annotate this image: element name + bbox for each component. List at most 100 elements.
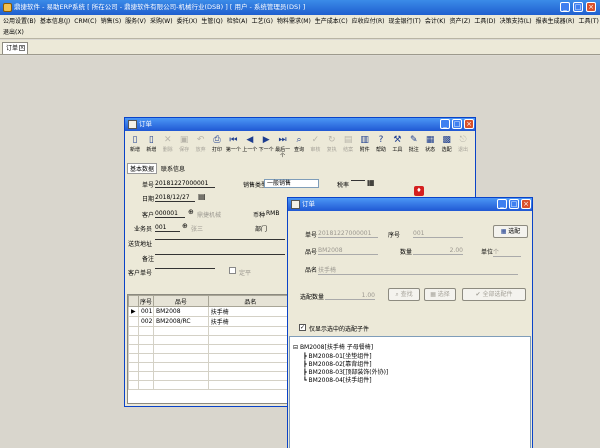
toolbar-button-8[interactable]: ▶ 下一个 xyxy=(258,133,274,159)
cell-name[interactable]: 扶手椅 xyxy=(207,306,294,317)
sales-lookup-icon[interactable]: ⊕ xyxy=(182,222,188,230)
show-selected-checkbox[interactable]: ✓ xyxy=(299,324,306,331)
cust-po-value[interactable] xyxy=(155,268,215,269)
calendar-icon[interactable]: ▤ xyxy=(198,192,206,201)
toolbar-button-0[interactable]: ▯ 新增 xyxy=(127,133,143,159)
toolbar-button-6[interactable]: ⏮ 第一个 xyxy=(225,133,241,159)
cfg-config-qty[interactable]: 1.00 xyxy=(325,292,375,300)
all-parts-button[interactable]: ✔ 全部选配件 xyxy=(462,288,526,301)
app-minimize-button[interactable]: _ xyxy=(560,2,570,12)
cell-name[interactable]: 扶手椅 xyxy=(207,316,294,327)
menu-item-5[interactable]: 采购(W) xyxy=(148,16,175,27)
find-button[interactable]: ⌕ 查找 xyxy=(388,288,420,301)
choose-button[interactable]: ▦ 选择 xyxy=(424,288,456,301)
menu-item-8[interactable]: 检验(A) xyxy=(225,16,250,27)
subtab-basic[interactable]: 基本数据 xyxy=(127,163,158,174)
toolbar-button-19[interactable]: ▩ 选配 xyxy=(439,133,455,159)
toolbar-button-10[interactable]: ⌕ 查询 xyxy=(291,133,307,159)
table-row[interactable] xyxy=(128,380,294,390)
order-close-button[interactable]: × xyxy=(464,119,474,129)
calc-icon[interactable]: ▦ xyxy=(367,178,375,187)
flat-checkbox[interactable] xyxy=(229,267,236,274)
app-close-button[interactable]: × xyxy=(586,2,596,12)
grid-corner[interactable] xyxy=(128,295,139,307)
toolbar-button-18[interactable]: ▦ 状态 xyxy=(422,133,438,159)
menu-item-13[interactable]: 现金银行(T) xyxy=(387,16,423,27)
toolbar-button-11[interactable]: ✓ 审核 xyxy=(307,133,323,159)
tab-order[interactable]: 订单 × xyxy=(2,42,28,54)
menu-item-16[interactable]: 工具(D) xyxy=(472,16,497,27)
menu-item-15[interactable]: 资产(Z) xyxy=(448,16,473,27)
toolbar-button-3[interactable]: ▣ 保存 xyxy=(176,133,192,159)
config-minimize-button[interactable]: _ xyxy=(497,199,507,209)
customer-code[interactable]: 000001 xyxy=(155,210,185,218)
order-maximize-button[interactable]: □ xyxy=(452,119,462,129)
table-row[interactable] xyxy=(128,362,294,372)
menu-item-exit[interactable]: 退出(X) xyxy=(1,27,26,38)
toolbar-button-2[interactable]: ✕ 删除 xyxy=(160,133,176,159)
date-value[interactable]: 2018/12/27 xyxy=(155,194,195,202)
menu-item-11[interactable]: 生产成本(C) xyxy=(313,16,350,27)
toolbar-button-5[interactable]: ⎙ 打印 xyxy=(209,133,225,159)
toolbar-button-7[interactable]: ◀ 上一个 xyxy=(242,133,258,159)
reexec-icon: ↻ xyxy=(328,135,336,145)
toolbar-button-14[interactable]: ▥ 附件 xyxy=(357,133,373,159)
toolbar-button-17[interactable]: ✎ 批注 xyxy=(406,133,422,159)
menu-item-6[interactable]: 委托(X) xyxy=(175,16,200,27)
toolbar-button-16[interactable]: ⚒ 工具 xyxy=(389,133,405,159)
toolbar-button-9[interactable]: ⏭ 最后一个 xyxy=(275,133,291,159)
customer-lookup-icon[interactable]: ⊕ xyxy=(188,208,194,216)
table-row[interactable]: ▶ 001 BM2008 扶手椅 xyxy=(128,306,294,317)
remark-value[interactable] xyxy=(155,254,285,255)
menu-item-4[interactable]: 服务(V) xyxy=(123,16,148,27)
col-name[interactable]: 品名 xyxy=(207,295,294,307)
order-no-value[interactable]: 20181227000001 xyxy=(155,180,215,188)
menu-item-10[interactable]: 物料需求(M) xyxy=(275,16,313,27)
sales-code[interactable]: 001 xyxy=(155,224,180,232)
currency-value[interactable]: RMB xyxy=(266,210,279,217)
cell-item[interactable]: BM2008/RC xyxy=(152,316,209,327)
menu-item-14[interactable]: 会计(K) xyxy=(423,16,448,27)
menu-item-3[interactable]: 销售(S) xyxy=(99,16,124,27)
app-maximize-button[interactable]: □ xyxy=(573,2,583,12)
table-row[interactable]: 002 BM2008/RC 扶手椅 xyxy=(128,316,294,327)
order-minimize-button[interactable]: _ xyxy=(440,119,450,129)
sale-type-select[interactable]: 一般销售 xyxy=(264,179,319,188)
toolbar-button-15[interactable]: ? 帮助 xyxy=(373,133,389,159)
menu-item-1[interactable]: 基本信息(J) xyxy=(38,16,72,27)
table-row[interactable] xyxy=(128,344,294,354)
shipto-value[interactable] xyxy=(155,239,285,240)
col-seq[interactable]: 序号 xyxy=(137,295,154,307)
tax-value[interactable] xyxy=(351,180,365,181)
cell-seq[interactable]: 002 xyxy=(137,316,154,327)
menu-item-7[interactable]: 生管(Q) xyxy=(199,16,224,27)
menu-item-17[interactable]: 决策支持(L) xyxy=(498,16,534,27)
all-parts-icon: ✔ xyxy=(475,291,481,298)
tree-node[interactable]: ┗ BM2008-04[扶手组件] xyxy=(303,375,372,384)
config-maximize-button[interactable]: □ xyxy=(509,199,519,209)
tab-close-icon[interactable]: × xyxy=(19,45,25,51)
toolbar-button-1[interactable]: ▯ 新增 xyxy=(143,133,159,159)
table-row[interactable] xyxy=(128,371,294,381)
toolbar-button-13[interactable]: ▤ 结案 xyxy=(340,133,356,159)
tree-root[interactable]: ⊟ BM2008[扶手椅 子母餐椅] xyxy=(293,342,373,351)
menu-item-2[interactable]: CRM(C) xyxy=(72,16,98,27)
cell-item[interactable]: BM2008 xyxy=(152,306,209,317)
config-select-button[interactable]: ▦ 选配 xyxy=(493,225,528,238)
toolbar-button-20[interactable]: ⎋ 退出 xyxy=(455,133,471,159)
menu-item-18[interactable]: 报表生成器(R) xyxy=(534,16,577,27)
subtab-contact[interactable]: 联系信息 xyxy=(159,164,187,173)
table-row[interactable] xyxy=(128,335,294,345)
menu-item-9[interactable]: 工艺(G) xyxy=(250,16,275,27)
table-row[interactable] xyxy=(128,353,294,363)
toolbar-button-12[interactable]: ↻ 复执 xyxy=(324,133,340,159)
toolbar-button-label: 查询 xyxy=(293,147,304,153)
menu-item-12[interactable]: 应收应付(R) xyxy=(350,16,387,27)
table-row[interactable] xyxy=(128,326,294,336)
menu-item-0[interactable]: 公用设置(B) xyxy=(1,16,38,27)
config-close-button[interactable]: × xyxy=(521,199,531,209)
col-item[interactable]: 品号 xyxy=(152,295,209,307)
cell-seq[interactable]: 001 xyxy=(137,306,154,317)
toolbar-button-4[interactable]: ↶ 放弃 xyxy=(193,133,209,159)
menu-item-19[interactable]: 工具(T) xyxy=(577,16,600,27)
